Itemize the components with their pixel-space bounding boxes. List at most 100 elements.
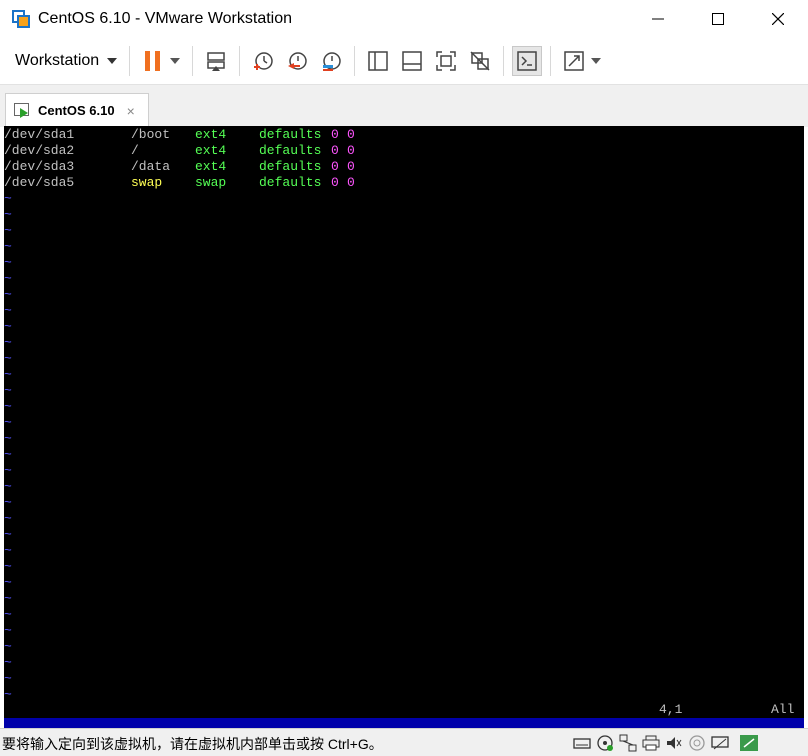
- toolbar: Workstation: [0, 38, 808, 84]
- vim-tilde: ~: [4, 687, 12, 702]
- display-icon[interactable]: [710, 733, 730, 753]
- full-screen-button[interactable]: [431, 46, 461, 76]
- fstab-options: defaults: [259, 159, 322, 174]
- fstab-pass: 0: [347, 175, 355, 190]
- vim-tilde: ~: [4, 335, 12, 350]
- vim-tilde: ~: [4, 271, 12, 286]
- vim-tilde: ~: [4, 431, 12, 446]
- vim-scroll-indicator: All: [771, 702, 795, 717]
- stretch-guest-button[interactable]: [559, 46, 589, 76]
- toolbar-divider: [354, 46, 356, 76]
- fstab-line: /dev/sda2 / ext4 defaults 0 0: [4, 143, 804, 159]
- fstab-options: defaults: [259, 143, 322, 158]
- fstab-pass: 0: [347, 127, 355, 142]
- pause-icon: [145, 51, 161, 71]
- vim-tilde: ~: [4, 191, 12, 206]
- console-view-button[interactable]: [512, 46, 543, 76]
- vim-tilde: ~: [4, 671, 12, 686]
- vim-tilde: ~: [4, 639, 12, 654]
- fstab-pass: 0: [347, 143, 355, 158]
- vim-cursor-position: 4,1: [659, 702, 683, 717]
- fstab-options: defaults: [259, 175, 322, 190]
- hard-disk-icon[interactable]: [572, 733, 592, 753]
- toolbar-divider: [129, 46, 131, 76]
- full-screen-icon: [436, 51, 456, 71]
- workstation-menu-label: Workstation: [15, 52, 100, 69]
- vim-tilde: ~: [4, 575, 12, 590]
- minimize-icon: [652, 18, 664, 20]
- vim-tilde: ~: [4, 623, 12, 638]
- pause-button[interactable]: [138, 46, 168, 76]
- toolbar-divider: [503, 46, 505, 76]
- fstab-fs-type: ext4: [195, 159, 227, 174]
- fstab-line: /dev/sda1/boot ext4 defaults 0 0: [4, 127, 804, 143]
- fstab-mount-point: /boot: [131, 127, 171, 142]
- toolbar-divider: [239, 46, 241, 76]
- window-title: CentOS 6.10 - VMware Workstation: [38, 10, 293, 27]
- vim-tilde: ~: [4, 319, 12, 334]
- fstab-mount-point: /data: [131, 159, 171, 174]
- vim-tilde: ~: [4, 239, 12, 254]
- fstab-dump: 0: [331, 159, 339, 174]
- show-library-button[interactable]: [363, 46, 393, 76]
- vim-tilde: ~: [4, 207, 12, 222]
- fstab-device: /dev/sda3: [4, 159, 75, 174]
- printer-icon[interactable]: [641, 733, 661, 753]
- vim-tilde: ~: [4, 511, 12, 526]
- snapshot-manager-icon: [323, 52, 341, 71]
- revert-snapshot-icon: [288, 52, 307, 70]
- toolbar-divider: [550, 46, 552, 76]
- device-icons: [572, 733, 762, 753]
- fstab-dump: 0: [331, 143, 339, 158]
- send-ctrl-alt-del-button[interactable]: [201, 46, 231, 76]
- fstab-mount-point: swap: [131, 175, 163, 190]
- vmware-app-icon: [12, 10, 30, 28]
- message-log-icon[interactable]: [739, 733, 759, 753]
- vim-tilde: ~: [4, 527, 12, 542]
- fstab-device: /dev/sda1: [4, 127, 75, 142]
- status-bar: 要将输入定向到该虚拟机，请在虚拟机内部单击或按 Ctrl+G。: [0, 728, 808, 756]
- show-thumbnail-bar-button[interactable]: [397, 46, 427, 76]
- usb-device-icon[interactable]: [687, 733, 707, 753]
- maximize-button[interactable]: [688, 0, 748, 38]
- vim-tilde: ~: [4, 367, 12, 382]
- maximize-icon: [712, 13, 724, 25]
- vim-tilde: ~: [4, 463, 12, 478]
- unity-disabled-icon: [470, 51, 490, 71]
- toolbar-divider: [192, 46, 194, 76]
- close-icon: [772, 13, 784, 25]
- cd-dvd-icon[interactable]: [595, 733, 615, 753]
- take-snapshot-button[interactable]: [248, 46, 278, 76]
- stretch-dropdown-icon[interactable]: [591, 58, 602, 64]
- snapshot-manager-button[interactable]: [316, 46, 346, 76]
- fstab-dump: 0: [331, 127, 339, 142]
- vm-running-icon: [14, 102, 29, 118]
- tab-close-icon[interactable]: ×: [127, 103, 135, 119]
- vim-tilde: ~: [4, 303, 12, 318]
- vim-tilde: ~: [4, 479, 12, 494]
- vim-tilde: ~: [4, 383, 12, 398]
- tab-centos[interactable]: CentOS 6.10 ×: [5, 93, 149, 127]
- fstab-options: defaults: [259, 127, 322, 142]
- network-adapter-icon[interactable]: [618, 733, 638, 753]
- vim-tilde: ~: [4, 351, 12, 366]
- fstab-fs-type: ext4: [195, 143, 227, 158]
- fstab-line: /dev/sda5 swap swap defaults 0 0: [4, 175, 804, 191]
- workstation-menu[interactable]: Workstation: [15, 52, 118, 70]
- unity-mode-button[interactable]: [465, 46, 495, 76]
- minimize-button[interactable]: [628, 0, 688, 38]
- vim-tilde: ~: [4, 543, 12, 558]
- vim-tilde: ~: [4, 655, 12, 670]
- sidebar-layout-icon: [368, 51, 388, 71]
- revert-snapshot-button[interactable]: [282, 46, 312, 76]
- pause-dropdown-icon[interactable]: [170, 58, 181, 64]
- fstab-line: /dev/sda3/data ext4 defaults 0 0: [4, 159, 804, 175]
- vm-console[interactable]: /dev/sda1/boot ext4 defaults 0 0/dev/sda2/ex…: [4, 126, 804, 718]
- vim-tilde: ~: [4, 591, 12, 606]
- vim-tilde: ~: [4, 559, 12, 574]
- vm-tab-strip: CentOS 6.10 ×: [0, 84, 808, 127]
- title-bar: CentOS 6.10 - VMware Workstation: [0, 0, 808, 38]
- sound-card-icon[interactable]: [664, 733, 684, 753]
- send-keys-icon: [207, 52, 225, 71]
- close-button[interactable]: [748, 0, 808, 38]
